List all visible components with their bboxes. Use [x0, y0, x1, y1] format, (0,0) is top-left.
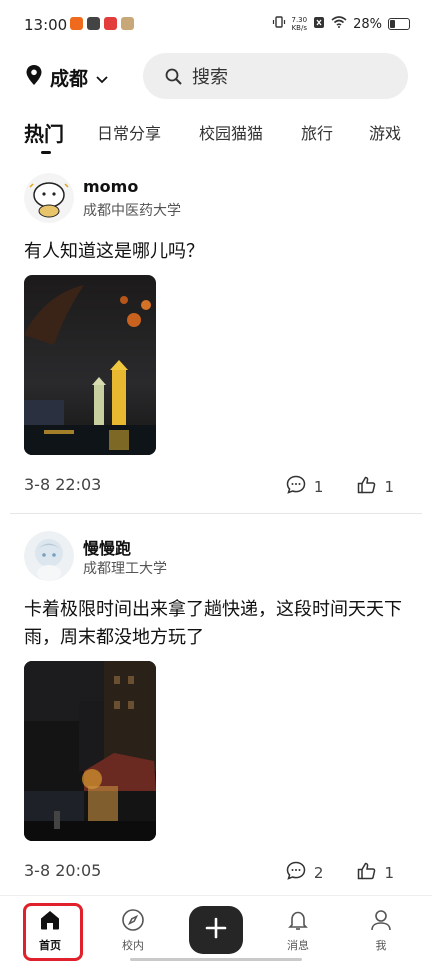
tab-travel[interactable]: 旅行: [301, 120, 333, 144]
category-tabs: 热门 日常分享 校园猫猫 旅行 游戏: [0, 112, 432, 152]
bell-icon: [286, 911, 310, 935]
nav-messages-label: 消息: [287, 939, 309, 952]
post-time: 3-8 22:03: [24, 475, 102, 494]
location-label: 成都: [50, 68, 89, 90]
tab-daily-share[interactable]: 日常分享: [97, 120, 161, 144]
comment-icon: [286, 475, 306, 498]
create-post-button[interactable]: [189, 906, 243, 954]
comment-count: 1: [313, 477, 324, 496]
school-name: 成都中医药大学: [83, 203, 181, 219]
chevron-down-icon: [96, 67, 108, 89]
comment-icon: [286, 861, 306, 884]
wifi-icon: [331, 16, 347, 32]
nav-messages[interactable]: 消息: [268, 908, 328, 953]
notification-icons: [70, 17, 134, 30]
gesture-bar: [130, 958, 302, 961]
search-placeholder: 搜索: [192, 67, 228, 88]
app-notification-icon: [70, 17, 83, 30]
comment-count: 2: [313, 863, 324, 882]
like-count: 1: [384, 863, 394, 882]
post-divider: [10, 513, 422, 514]
post-content: 有人知道这是哪儿吗？: [24, 241, 204, 262]
battery-icon: [388, 18, 410, 30]
search-icon: [165, 68, 182, 85]
tab-games[interactable]: 游戏: [369, 120, 401, 144]
app-notification-icon: [121, 17, 134, 30]
tab-campus-cats[interactable]: 校园猫猫: [199, 120, 263, 144]
active-tab-indicator: [41, 151, 51, 154]
plus-icon: [205, 917, 227, 943]
compass-icon: [121, 909, 145, 935]
thumbs-up-icon: [357, 862, 376, 884]
post-content: 卡着极限时间出来拿了趟快递，这段时间天天下雨，周末都没地方玩了: [24, 599, 402, 648]
post-image[interactable]: [24, 275, 156, 455]
nav-me-label: 我: [375, 939, 387, 952]
thumbs-up-icon: [357, 476, 376, 498]
comment-button[interactable]: 2: [286, 861, 324, 884]
like-button[interactable]: 1: [357, 476, 394, 498]
person-icon: [369, 910, 393, 935]
battery-percent: 28%: [353, 16, 382, 32]
tab-hot[interactable]: 热门: [24, 118, 64, 147]
search-input[interactable]: 搜索: [143, 53, 408, 99]
username[interactable]: 慢慢跑: [83, 535, 131, 559]
post-actions: 1 1: [286, 475, 394, 498]
nav-campus[interactable]: 校内: [103, 908, 163, 953]
post-time: 3-8 20:05: [24, 861, 102, 880]
app-notification-icon: [104, 17, 117, 30]
post-actions: 2 1: [286, 861, 394, 884]
home-highlight-box: [23, 903, 83, 961]
status-bar: 13:00 7.30 KB/s 28%: [0, 0, 432, 50]
net-speed: 7.30 KB/s: [292, 16, 308, 32]
like-button[interactable]: 1: [357, 862, 394, 884]
sim-icon: [313, 16, 325, 33]
avatar[interactable]: [24, 531, 74, 581]
nav-campus-label: 校内: [122, 939, 144, 952]
comment-button[interactable]: 1: [286, 475, 324, 498]
app-notification-icon: [87, 17, 100, 30]
location-pin-icon: [26, 65, 42, 90]
username[interactable]: momo: [83, 177, 138, 196]
net-speed-value: 7.30: [291, 16, 308, 24]
avatar[interactable]: [24, 173, 74, 223]
location-selector[interactable]: 成都: [26, 64, 108, 91]
net-speed-unit: KB/s: [291, 24, 307, 32]
nav-me[interactable]: 我: [351, 908, 411, 953]
school-name: 成都理工大学: [83, 561, 167, 577]
post-image[interactable]: [24, 661, 156, 841]
like-count: 1: [384, 477, 394, 496]
status-right: 7.30 KB/s 28%: [272, 15, 410, 33]
status-time: 13:00: [24, 16, 68, 34]
vibrate-icon: [272, 15, 286, 33]
